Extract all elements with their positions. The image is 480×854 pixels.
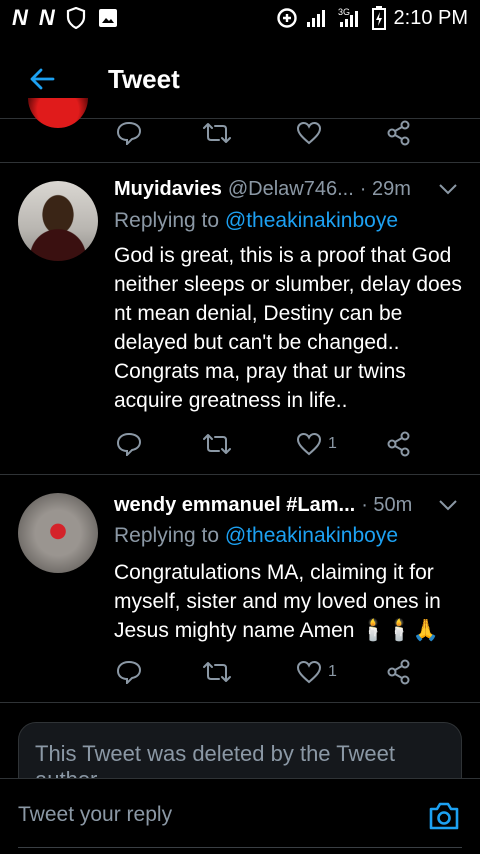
data-saver-icon: [276, 8, 297, 28]
replying-to: Replying to @theakinakinboye: [114, 209, 398, 233]
share-icon: [387, 120, 410, 146]
tweet-divider: [0, 702, 480, 703]
battery-icon: [371, 6, 386, 30]
retweet-icon: [203, 662, 231, 682]
like-button[interactable]: 1: [296, 657, 337, 687]
share-button[interactable]: [386, 118, 412, 148]
tweet-actions: 1: [0, 657, 480, 687]
comment-icon: [116, 432, 142, 456]
share-button[interactable]: [386, 657, 412, 687]
status-bar: N N 3G 2:10 PM: [0, 0, 480, 36]
retweet-icon: [203, 434, 231, 454]
replying-to: Replying to @theakinakinboye: [114, 524, 398, 548]
tweet-meta: Muyidavies @Delaw746... · 29m: [114, 175, 464, 203]
like-count: 1: [328, 435, 337, 452]
signal-3g-icon: 3G: [338, 7, 358, 27]
retweet-button[interactable]: [202, 118, 232, 148]
heart-icon: [296, 432, 322, 456]
camera-icon[interactable]: [428, 801, 460, 831]
image-icon: [98, 9, 117, 27]
retweet-button[interactable]: [202, 657, 232, 687]
reply-button[interactable]: [116, 118, 142, 148]
like-button[interactable]: [296, 118, 322, 148]
reply-input[interactable]: Tweet your reply: [18, 803, 172, 827]
share-button[interactable]: [386, 429, 412, 459]
tweet-body: God is great, this is a proof that God n…: [114, 244, 462, 412]
replying-to-handle[interactable]: @theakinakinboye: [225, 524, 398, 547]
chevron-down-icon[interactable]: [438, 183, 458, 195]
tweet-actions: [0, 118, 480, 148]
reply-input-underline: [18, 847, 462, 848]
retweet-icon: [203, 123, 231, 143]
avatar[interactable]: [18, 181, 98, 261]
heart-icon: [296, 121, 322, 145]
reply-bar: Tweet your reply: [0, 778, 480, 854]
tweet-body: Congratulations MA, claiming it for myse…: [114, 561, 441, 642]
back-arrow-icon: [30, 68, 55, 90]
retweet-button[interactable]: [202, 429, 232, 459]
signal-icon: [306, 10, 325, 27]
comment-icon: [116, 660, 142, 684]
like-count: 1: [328, 663, 337, 680]
heart-icon: [296, 660, 322, 684]
tweet-divider: [0, 474, 480, 475]
page-title: Tweet: [108, 63, 180, 94]
replying-to-handle[interactable]: @theakinakinboye: [225, 209, 398, 232]
replying-to-label: Replying to: [114, 524, 220, 547]
author-name[interactable]: Muyidavies: [114, 178, 222, 201]
notification-n-icon: N: [38, 5, 55, 30]
chevron-down-icon[interactable]: [438, 499, 458, 511]
share-icon: [387, 659, 410, 685]
clock: 2:10 PM: [393, 6, 468, 29]
author-handle[interactable]: @Delaw746...: [228, 178, 354, 201]
svg-text:3G: 3G: [338, 7, 350, 17]
notification-n-icon: N: [12, 5, 28, 30]
tweet-time: · 50m: [361, 493, 413, 516]
reply-button[interactable]: [116, 429, 142, 459]
share-icon: [387, 431, 410, 457]
tweet-meta: wendy emmanuel #Lam... · 50m: [114, 491, 464, 519]
like-button[interactable]: 1: [296, 429, 337, 459]
reply-button[interactable]: [116, 657, 142, 687]
tweet-divider: [0, 162, 480, 163]
avatar[interactable]: [18, 493, 98, 573]
comment-icon: [116, 121, 142, 145]
author-name[interactable]: wendy emmanuel #Lam...: [114, 494, 355, 517]
tweet-actions: 1: [0, 429, 480, 459]
shield-icon: [66, 7, 85, 29]
replying-to-label: Replying to: [114, 209, 220, 232]
tweet-time: · 29m: [359, 177, 411, 200]
